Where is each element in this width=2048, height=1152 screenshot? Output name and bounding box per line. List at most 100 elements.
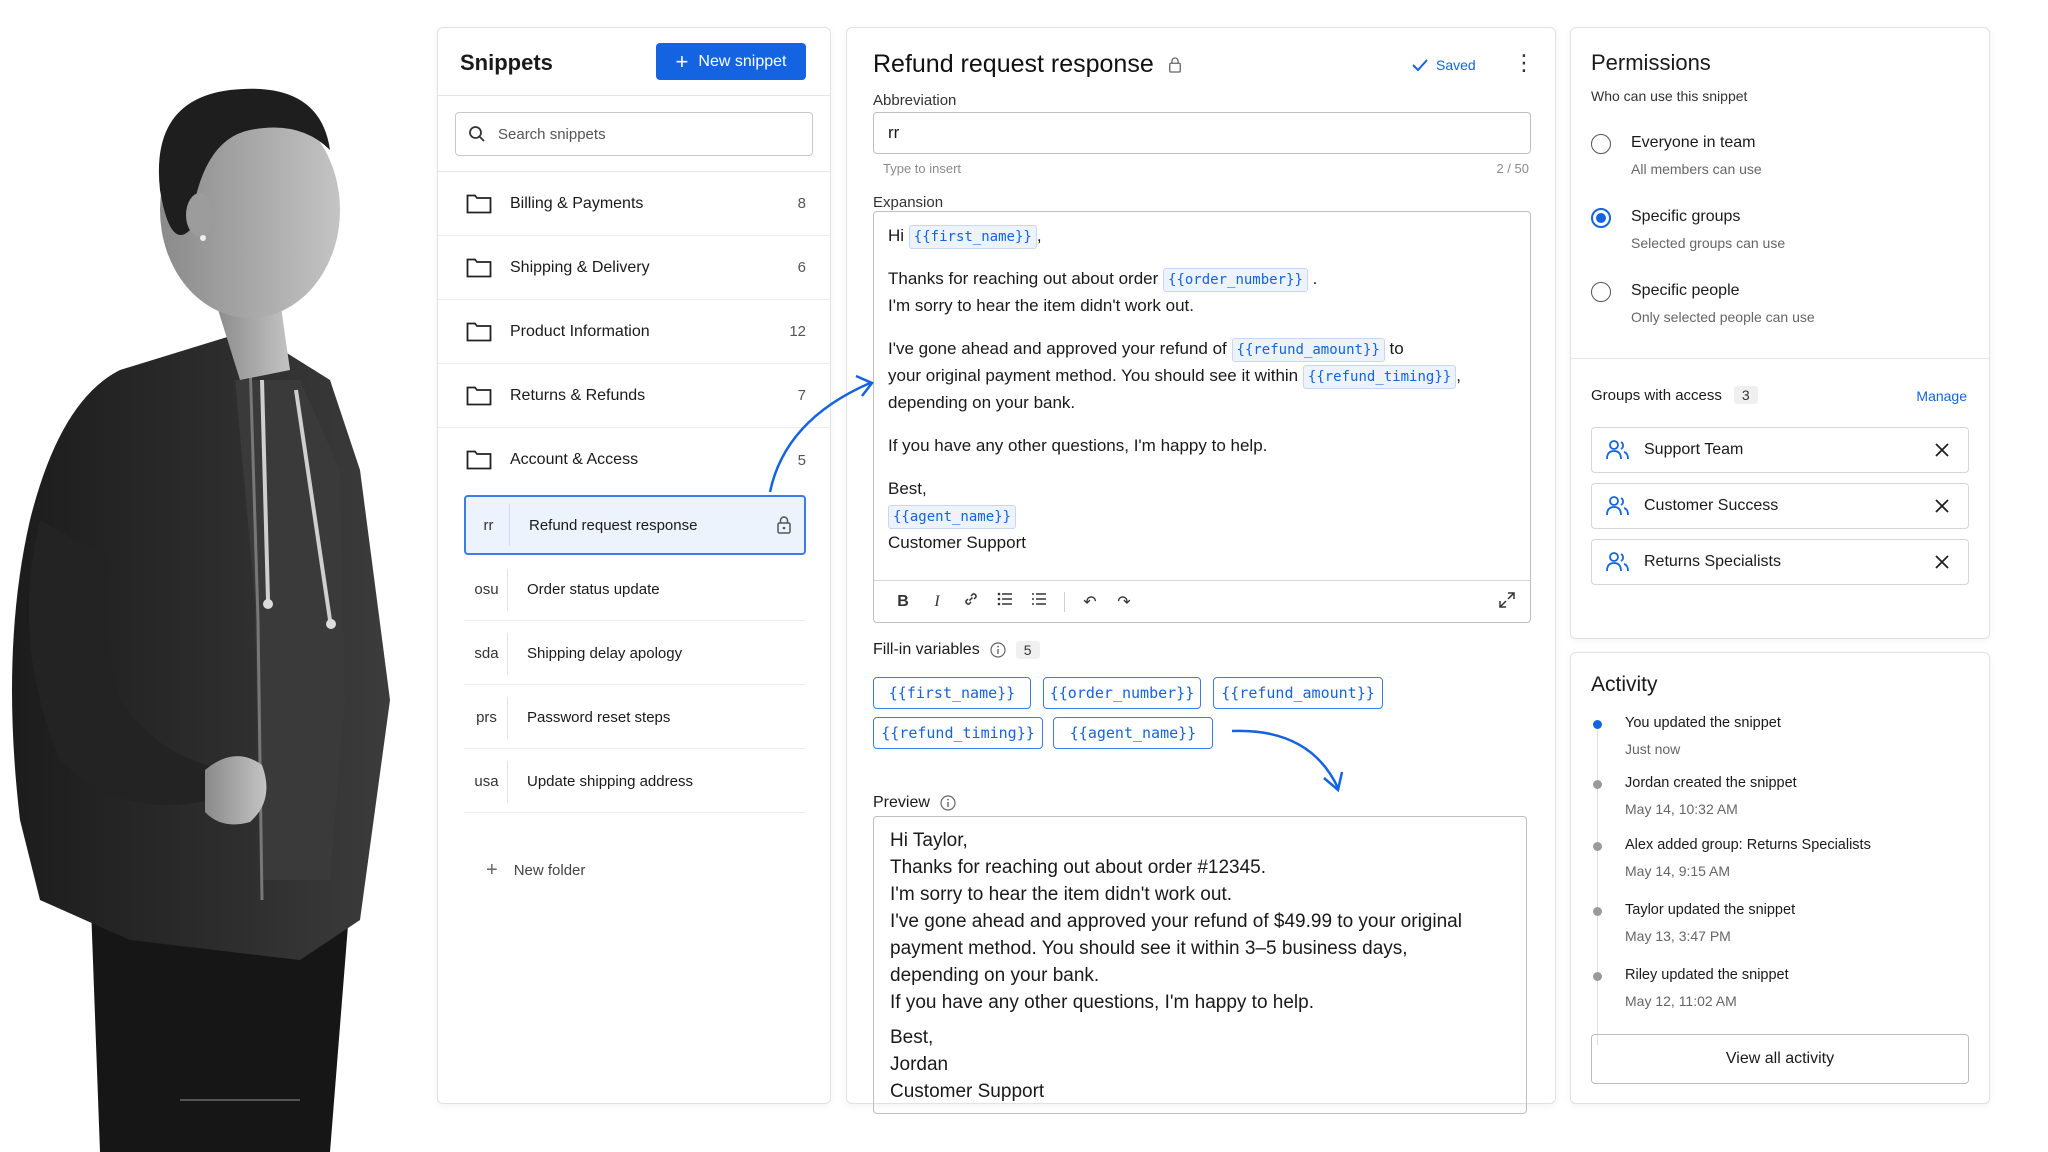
saved-status: Saved bbox=[1412, 57, 1476, 73]
new-folder-button[interactable]: + New folder bbox=[486, 859, 585, 882]
preview-label-text: Preview bbox=[873, 794, 930, 811]
folder-billing-payments[interactable]: Billing & Payments 8 bbox=[438, 172, 830, 236]
option-specific-people[interactable]: Specific people Only selected people can… bbox=[1591, 280, 1971, 340]
option-title: Specific people bbox=[1631, 282, 1740, 299]
search-placeholder: Search snippets bbox=[498, 125, 606, 143]
snippet-item-update-address[interactable]: usa Update shipping address bbox=[464, 751, 806, 813]
variable-token-refund-timing[interactable]: {{refund_timing}} bbox=[1302, 365, 1457, 389]
formatting-toolbar: B I ↶ ↷ bbox=[874, 580, 1530, 622]
variable-token-first-name[interactable]: {{first_name}} bbox=[908, 225, 1037, 249]
activity-text: You updated the snippet bbox=[1625, 715, 1781, 731]
radio-button[interactable] bbox=[1591, 282, 1611, 302]
remove-group-icon[interactable] bbox=[1932, 496, 1952, 516]
preview-line: Thanks for reaching out about order #123… bbox=[890, 857, 1267, 878]
timeline-line bbox=[1597, 725, 1598, 1045]
variable-chip-refund-timing[interactable]: {{refund_timing}} bbox=[873, 717, 1043, 749]
folder-count: 6 bbox=[797, 259, 806, 276]
expansion-bank: depending on your bank. bbox=[888, 393, 1076, 412]
abbreviation-value: rr bbox=[888, 123, 900, 142]
italic-icon[interactable]: I bbox=[920, 593, 954, 611]
radio-button-selected[interactable] bbox=[1591, 208, 1611, 228]
option-title: Specific groups bbox=[1631, 208, 1741, 225]
remove-group-icon[interactable] bbox=[1932, 440, 1952, 460]
expand-icon[interactable] bbox=[1498, 591, 1516, 609]
manage-link[interactable]: Manage bbox=[1916, 388, 1967, 404]
activity-text: Riley updated the snippet bbox=[1625, 967, 1789, 983]
snippet-item-order-status[interactable]: osu Order status update bbox=[464, 559, 806, 621]
info-icon[interactable] bbox=[990, 642, 1006, 658]
folder-shipping-delivery[interactable]: Shipping & Delivery 6 bbox=[438, 236, 830, 300]
expansion-text[interactable]: Hi {{first_name}}, Thanks for reaching o… bbox=[888, 222, 1508, 556]
numbered-list-icon[interactable] bbox=[1022, 592, 1056, 611]
snippet-item-refund-request[interactable]: rr Refund request response bbox=[464, 495, 806, 555]
snippet-abbreviation: sda bbox=[466, 632, 508, 675]
expansion-label: Expansion bbox=[873, 194, 944, 211]
snippets-header: Snippets + New snippet bbox=[438, 28, 830, 96]
preview-line: I've gone ahead and approved your refund… bbox=[890, 911, 1462, 932]
permissions-panel: Permissions Who can use this snippet Eve… bbox=[1570, 27, 1990, 639]
snippet-abbreviation: usa bbox=[466, 760, 508, 803]
variable-chip-first-name[interactable]: {{first_name}} bbox=[873, 677, 1031, 709]
variable-token-agent-name[interactable]: {{agent_name}} bbox=[888, 505, 1017, 529]
expansion-questions: If you have any other questions, I'm hap… bbox=[888, 436, 1268, 455]
group-icon bbox=[1606, 496, 1629, 516]
folder-icon bbox=[466, 386, 492, 406]
option-specific-groups[interactable]: Specific groups Selected groups can use bbox=[1591, 206, 1971, 266]
view-all-activity-button[interactable]: View all activity bbox=[1591, 1034, 1969, 1084]
snippet-abbreviation: prs bbox=[466, 696, 508, 739]
variable-token-refund-amount[interactable]: {{refund_amount}} bbox=[1231, 338, 1385, 362]
activity-time: May 14, 10:32 AM bbox=[1625, 801, 1738, 817]
activity-dot bbox=[1593, 972, 1602, 981]
remove-group-icon[interactable] bbox=[1932, 552, 1952, 572]
folder-account-access[interactable]: Account & Access 5 bbox=[438, 428, 830, 492]
folder-label: Returns & Refunds bbox=[510, 386, 646, 404]
expansion-editor[interactable]: Hi {{first_name}}, Thanks for reaching o… bbox=[873, 211, 1531, 623]
search-input[interactable]: Search snippets bbox=[455, 112, 813, 156]
folder-icon bbox=[466, 194, 492, 214]
variable-chip-agent-name[interactable]: {{agent_name}} bbox=[1053, 717, 1213, 749]
option-everyone-in-team[interactable]: Everyone in team All members can use bbox=[1591, 132, 1971, 192]
radio-button[interactable] bbox=[1591, 134, 1611, 154]
expansion-best: Best, bbox=[888, 479, 927, 498]
preview-line: Jordan bbox=[890, 1054, 949, 1075]
bullet-list-icon[interactable] bbox=[988, 592, 1022, 611]
divider bbox=[1571, 358, 1989, 359]
folder-product-information[interactable]: Product Information 12 bbox=[438, 300, 830, 364]
abbreviation-label: Abbreviation bbox=[873, 92, 957, 109]
new-snippet-button[interactable]: + New snippet bbox=[656, 43, 806, 80]
variable-token-order-number[interactable]: {{order_number}} bbox=[1163, 268, 1308, 292]
permissions-title: Permissions bbox=[1591, 50, 1711, 75]
preview-box: Hi Taylor, Thanks for reaching out about… bbox=[873, 816, 1527, 1114]
check-icon bbox=[1412, 59, 1428, 71]
abbreviation-field[interactable]: rr bbox=[873, 112, 1531, 154]
folder-returns-refunds[interactable]: Returns & Refunds 7 bbox=[438, 364, 830, 428]
info-icon[interactable] bbox=[940, 795, 956, 811]
folder-label: Shipping & Delivery bbox=[510, 258, 650, 276]
activity-dot bbox=[1593, 780, 1602, 789]
expansion-thanks: Thanks for reaching out about order bbox=[888, 269, 1159, 288]
folder-count: 8 bbox=[797, 195, 806, 212]
activity-text: Jordan created the snippet bbox=[1625, 775, 1797, 791]
snippet-item-shipping-delay[interactable]: sda Shipping delay apology bbox=[464, 623, 806, 685]
search-icon bbox=[469, 126, 485, 142]
snippets-title: Snippets bbox=[460, 50, 553, 75]
redo-icon[interactable]: ↷ bbox=[1107, 592, 1141, 612]
group-icon bbox=[1606, 552, 1629, 572]
activity-time: May 13, 3:47 PM bbox=[1625, 928, 1731, 944]
fill-in-variables-label: Fill-in variables 5 bbox=[873, 641, 1040, 659]
variable-chip-order-number[interactable]: {{order_number}} bbox=[1043, 677, 1201, 709]
snippet-item-password-reset[interactable]: prs Password reset steps bbox=[464, 687, 806, 749]
group-returns-specialists: Returns Specialists bbox=[1591, 539, 1969, 585]
bold-icon[interactable]: B bbox=[886, 593, 920, 611]
expansion-to: to bbox=[1389, 339, 1404, 358]
fill-in-label-text: Fill-in variables bbox=[873, 641, 980, 658]
snippet-label: Update shipping address bbox=[527, 773, 693, 790]
more-options-icon[interactable]: ⋮ bbox=[1513, 52, 1535, 74]
variable-chip-refund-amount[interactable]: {{refund_amount}} bbox=[1213, 677, 1383, 709]
undo-icon[interactable]: ↶ bbox=[1073, 592, 1107, 612]
link-icon[interactable] bbox=[954, 591, 988, 612]
group-icon bbox=[1606, 440, 1629, 460]
snippet-title: Refund request response bbox=[873, 50, 1182, 79]
activity-panel: Activity You updated the snippet Just no… bbox=[1570, 652, 1990, 1104]
expansion-period: . bbox=[1312, 269, 1318, 288]
